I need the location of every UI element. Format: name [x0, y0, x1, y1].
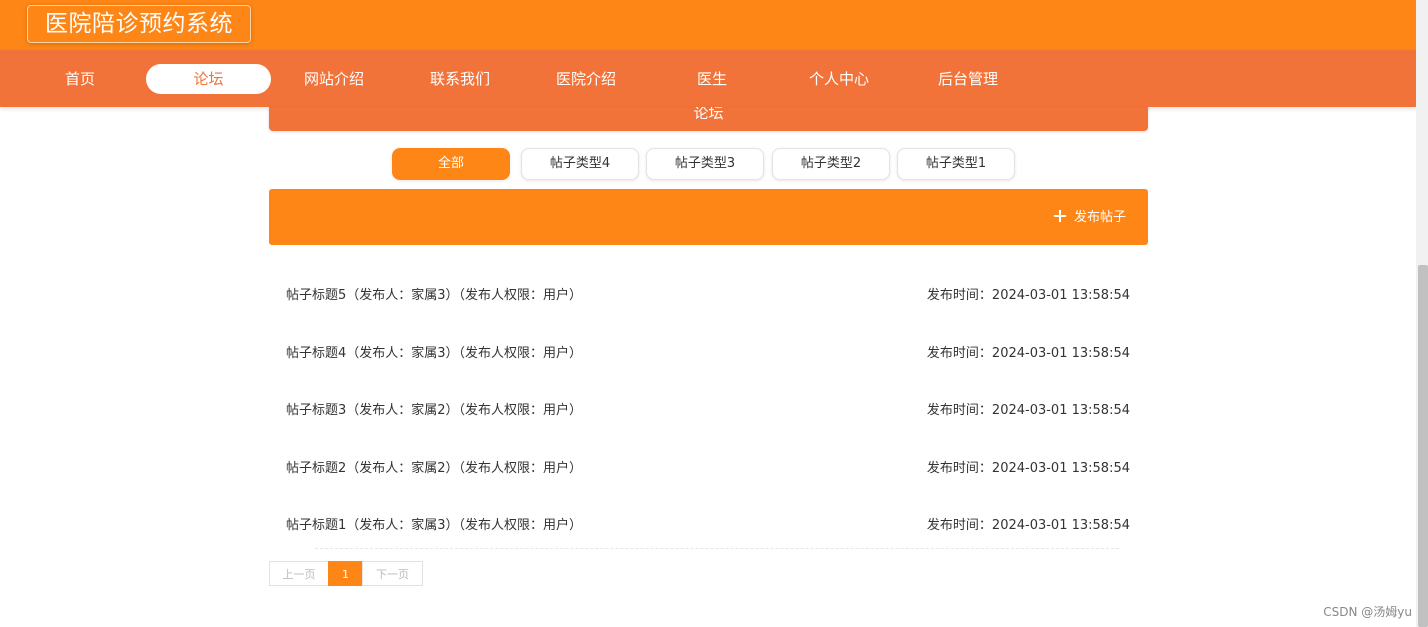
- post-row[interactable]: 帖子标题4（发布人：家属3）（发布人权限：用户） 发布时间：2024-03-01…: [269, 322, 1148, 380]
- page: 医院陪诊预约系统 首页 论坛 网站介绍 联系我们 医院介绍 医生 个人中心 后台…: [0, 0, 1428, 627]
- scrollbar-thumb[interactable]: [1418, 265, 1428, 627]
- forum-section-title: 论坛: [693, 107, 724, 122]
- category-tab-all[interactable]: 全部: [392, 148, 510, 180]
- nav-item-forum[interactable]: 论坛: [146, 64, 271, 94]
- category-tab-type4[interactable]: 帖子类型4: [521, 148, 639, 180]
- publish-post-button[interactable]: 发布帖子: [1053, 208, 1126, 228]
- forum-section-header: 论坛: [269, 107, 1148, 131]
- forum-toolbar: 发布帖子: [269, 189, 1148, 245]
- post-time: 发布时间：2024-03-01 13:58:54: [926, 460, 1130, 476]
- nav-item-site-intro[interactable]: 网站介绍: [274, 64, 394, 94]
- post-time: 发布时间：2024-03-01 13:58:54: [926, 403, 1130, 418]
- nav-item-home[interactable]: 首页: [20, 64, 140, 94]
- watermark-credit: CSDN @汤姆yu: [1323, 605, 1412, 619]
- publish-post-label: 发布帖子: [1073, 210, 1126, 225]
- nav-item-contact-us[interactable]: 联系我们: [400, 64, 520, 94]
- post-title[interactable]: 帖子标题5（发布人：家属3）（发布人权限：用户）: [286, 284, 582, 303]
- post-title[interactable]: 帖子标题2（发布人：家属2）（发布人权限：用户）: [286, 457, 582, 476]
- post-row[interactable]: 帖子标题5（发布人：家属3）（发布人权限：用户） 发布时间：2024-03-01…: [269, 264, 1148, 322]
- post-title[interactable]: 帖子标题4（发布人：家属3）（发布人权限：用户）: [286, 342, 582, 361]
- nav-item-admin[interactable]: 后台管理: [908, 64, 1028, 94]
- category-tab-type1[interactable]: 帖子类型1: [897, 148, 1015, 180]
- site-title[interactable]: 医院陪诊预约系统: [27, 5, 251, 43]
- list-divider: [315, 548, 1119, 549]
- nav-item-personal-center[interactable]: 个人中心: [779, 64, 899, 94]
- post-row[interactable]: 帖子标题2（发布人：家属2）（发布人权限：用户） 发布时间：2024-03-01…: [269, 437, 1148, 495]
- post-title[interactable]: 帖子标题1（发布人：家属3）（发布人权限：用户）: [286, 514, 582, 533]
- nav-item-doctor[interactable]: 医生: [652, 64, 772, 94]
- page-number-button[interactable]: 1: [328, 561, 363, 586]
- category-tab-type3[interactable]: 帖子类型3: [646, 148, 764, 180]
- post-row[interactable]: 帖子标题3（发布人：家属2）（发布人权限：用户） 发布时间：2024-03-01…: [269, 379, 1148, 437]
- prev-page-button[interactable]: 上一页: [269, 561, 329, 586]
- post-title[interactable]: 帖子标题3（发布人：家属2）（发布人权限：用户）: [286, 399, 582, 418]
- post-row[interactable]: 帖子标题1（发布人：家属3）（发布人权限：用户） 发布时间：2024-03-01…: [269, 494, 1148, 552]
- post-list: 帖子标题5（发布人：家属3）（发布人权限：用户） 发布时间：2024-03-01…: [269, 264, 1148, 552]
- post-time: 发布时间：2024-03-01 13:58:54: [926, 518, 1130, 533]
- main-nav: 首页 论坛 网站介绍 联系我们 医院介绍 医生 个人中心 后台管理: [0, 50, 1416, 107]
- post-time: 发布时间：2024-03-01 13:58:54: [926, 288, 1130, 303]
- plus-icon: [1053, 210, 1066, 222]
- nav-item-hospital-intro[interactable]: 医院介绍: [526, 64, 646, 94]
- category-tab-type2[interactable]: 帖子类型2: [772, 148, 890, 180]
- top-banner: 医院陪诊预约系统: [0, 0, 1416, 50]
- post-time: 发布时间：2024-03-01 13:58:54: [926, 345, 1130, 361]
- next-page-button[interactable]: 下一页: [362, 561, 423, 586]
